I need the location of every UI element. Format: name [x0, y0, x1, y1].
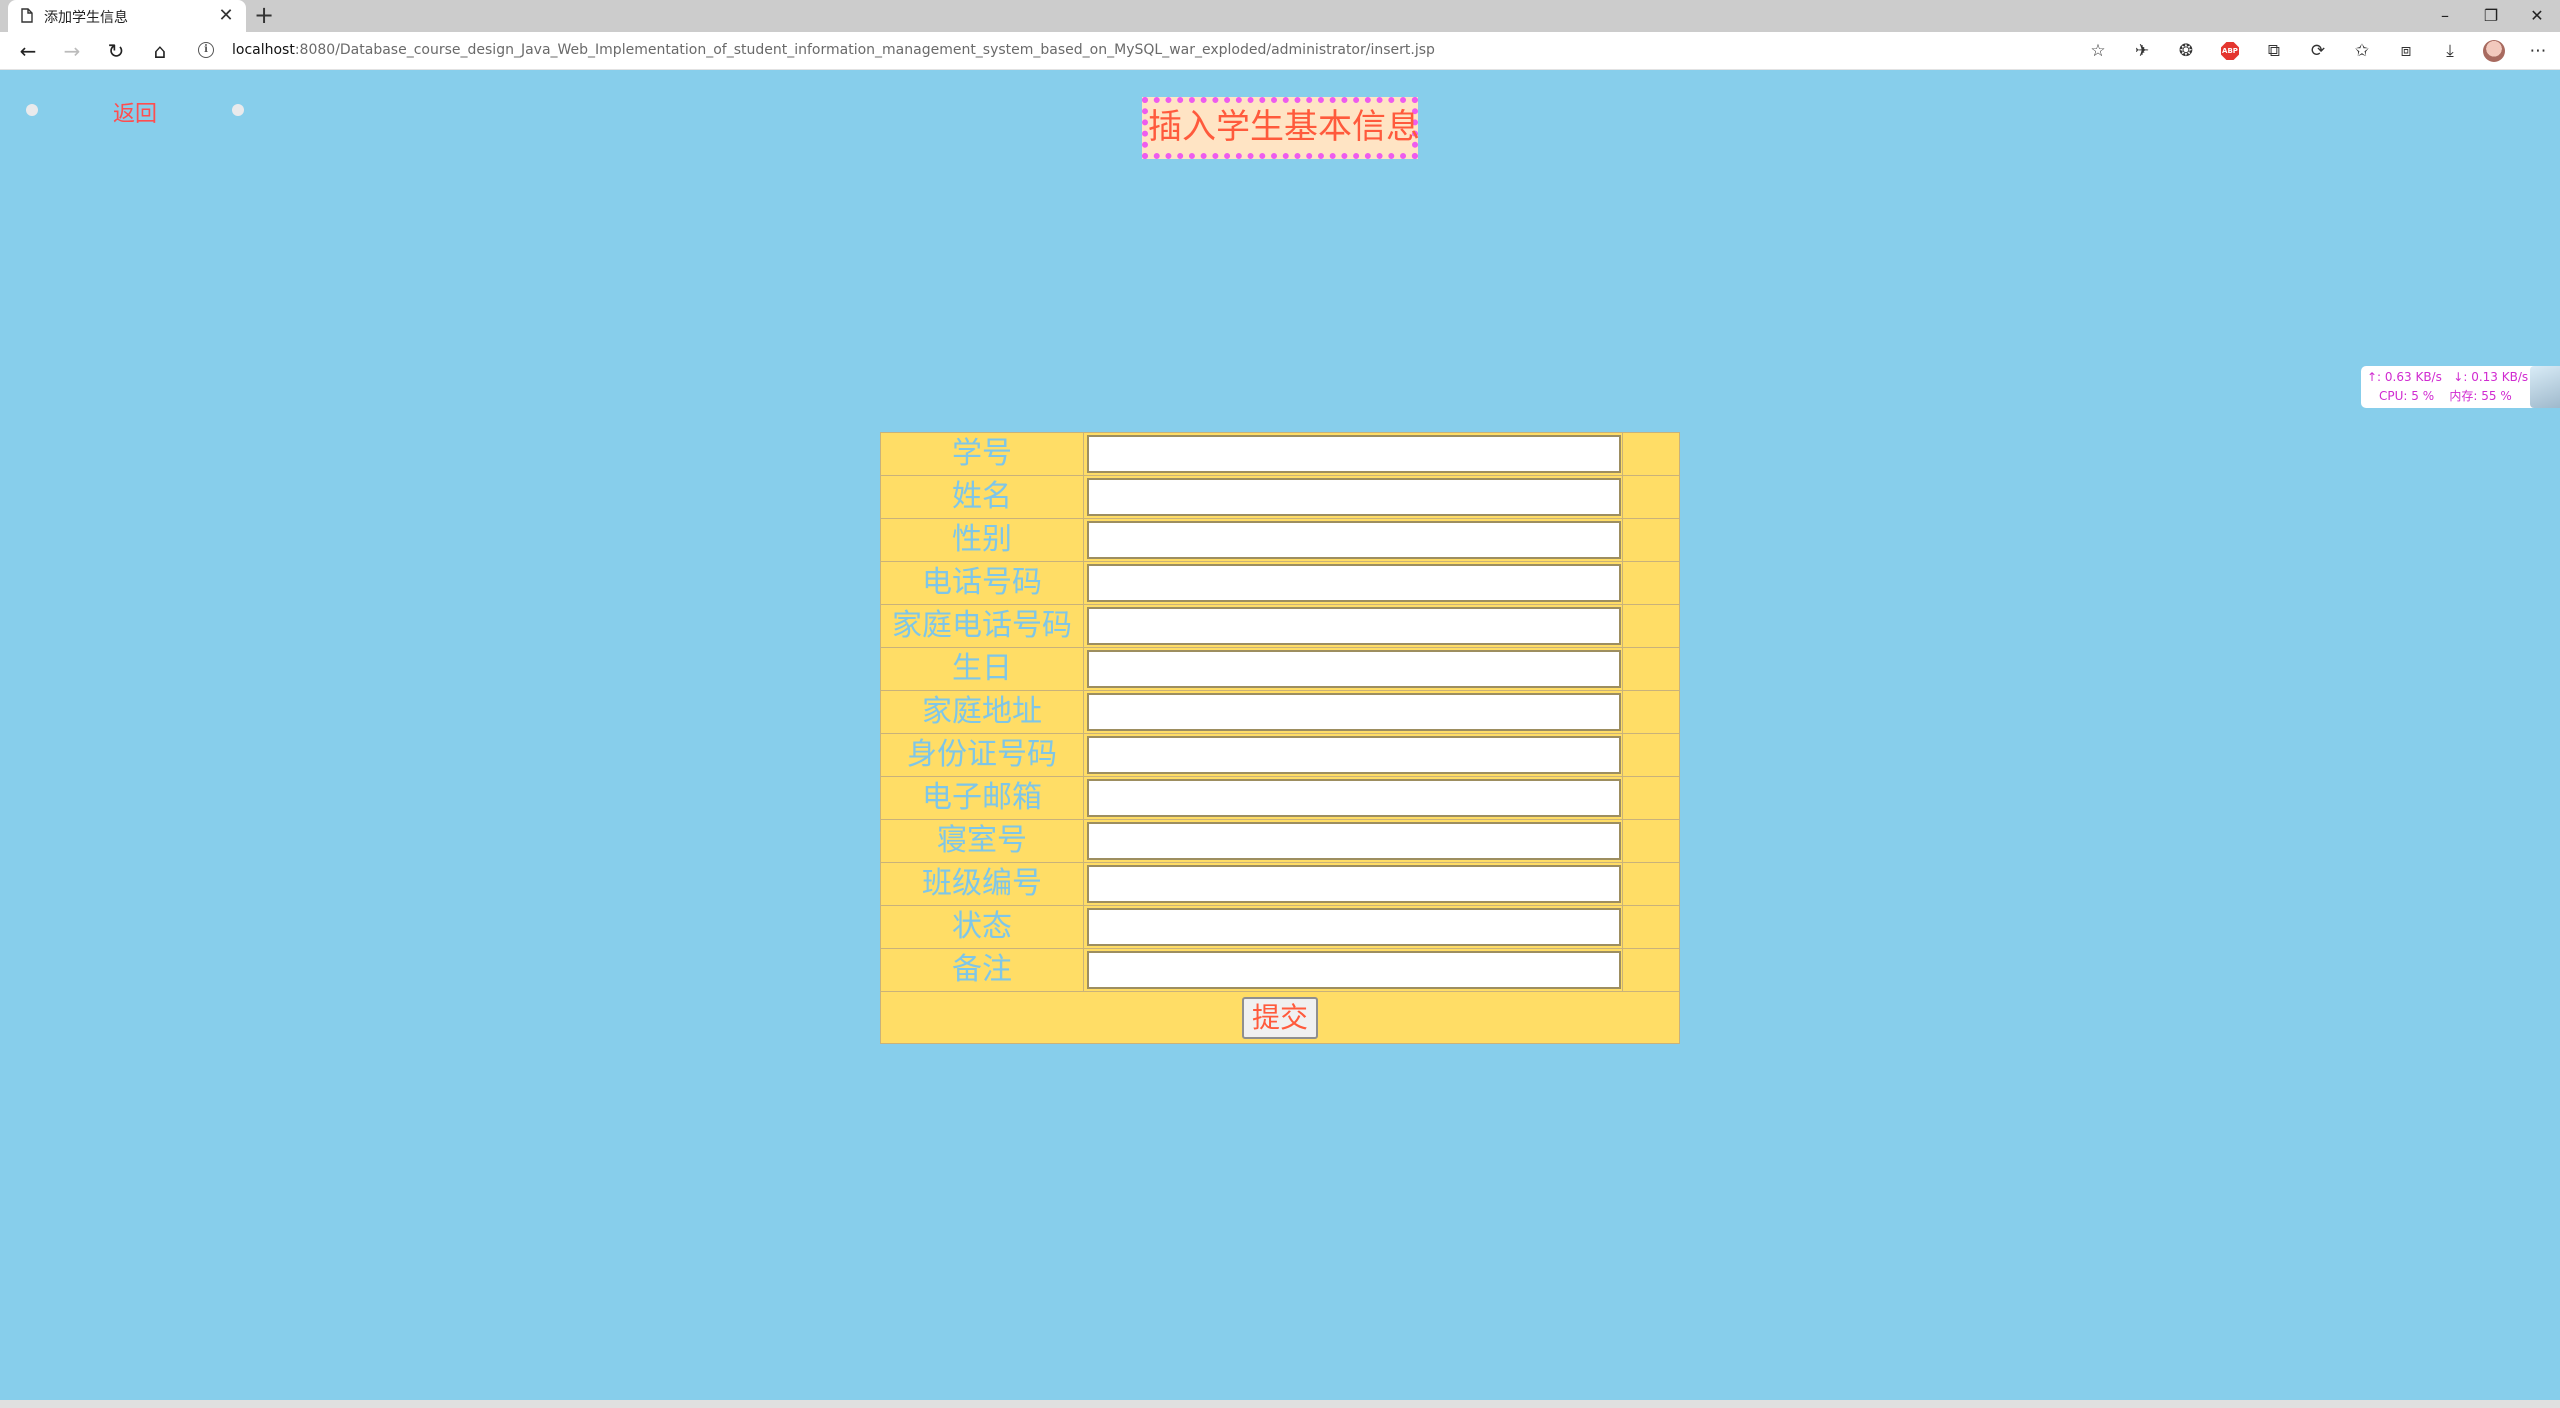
minimize-icon[interactable]: – [2422, 0, 2468, 32]
field-label: 性别 [881, 519, 1084, 561]
back-link[interactable]: 返回 [113, 96, 157, 128]
form-row: 班级编号 [881, 863, 1679, 906]
form-row: 生日 [881, 648, 1679, 691]
extension-gear-icon[interactable]: ❂ [2164, 36, 2208, 66]
field-input[interactable] [1087, 435, 1621, 473]
form-row: 备注 [881, 949, 1679, 992]
field-input[interactable] [1087, 564, 1621, 602]
field-input[interactable] [1087, 779, 1621, 817]
page-icon [21, 8, 34, 24]
split-screen-icon[interactable]: ⧈ [2384, 36, 2428, 66]
field-label: 家庭电话号码 [881, 605, 1084, 647]
cell-divider [1622, 433, 1623, 475]
cell-divider [1622, 949, 1623, 991]
adblock-icon[interactable]: ABP [2208, 36, 2252, 66]
field-input[interactable] [1087, 908, 1621, 946]
back-arrow-icon[interactable]: ← [14, 37, 42, 65]
submit-button[interactable]: 提交 [1242, 997, 1318, 1039]
form-row: 姓名 [881, 476, 1679, 519]
field-input[interactable] [1087, 865, 1621, 903]
extension-plane-icon[interactable]: ✈ [2120, 36, 2164, 66]
field-input[interactable] [1087, 521, 1621, 559]
field-label: 电话号码 [881, 562, 1084, 604]
resource-usage: CPU: 5 % 内存: 55 % [2379, 389, 2512, 403]
form-row: 电话号码 [881, 562, 1679, 605]
form-row: 电子邮箱 [881, 777, 1679, 820]
field-input[interactable] [1087, 478, 1621, 516]
page-title: 插入学生基本信息 [1142, 97, 1420, 159]
cell-divider [1622, 820, 1623, 862]
form-row: 身份证号码 [881, 734, 1679, 777]
field-label: 状态 [881, 906, 1084, 948]
cell-divider [1622, 605, 1623, 647]
field-input[interactable] [1087, 693, 1621, 731]
info-icon[interactable]: i [198, 42, 214, 58]
system-monitor-widget[interactable]: ↑: 0.63 KB/s ↓: 0.13 KB/s CPU: 5 % 内存: 5… [2361, 366, 2560, 408]
tab-title: 添加学生信息 [44, 10, 128, 26]
url-text[interactable]: localhost:8080/Database_course_design_Ja… [232, 42, 1435, 58]
field-input[interactable] [1087, 951, 1621, 989]
field-label: 身份证号码 [881, 734, 1084, 776]
form-row: 状态 [881, 906, 1679, 949]
field-label: 姓名 [881, 476, 1084, 518]
field-label: 寝室号 [881, 820, 1084, 862]
monitor-mascot-icon [2530, 366, 2560, 408]
downloads-icon[interactable]: ⤓ [2428, 36, 2472, 66]
sync-icon[interactable]: ⟳ [2296, 36, 2340, 66]
home-icon[interactable]: ⌂ [146, 37, 174, 65]
address-bar[interactable]: i localhost:8080/Database_course_design_… [188, 36, 2092, 66]
new-tab-icon[interactable]: + [252, 3, 276, 28]
form-row: 家庭电话号码 [881, 605, 1679, 648]
browser-tab[interactable]: 添加学生信息 ✕ [8, 0, 246, 32]
network-speed: ↑: 0.63 KB/s ↓: 0.13 KB/s [2367, 370, 2529, 384]
form-row: 家庭地址 [881, 691, 1679, 734]
browser-toolbar: ← → ↻ ⌂ i localhost:8080/Database_course… [0, 32, 2560, 70]
student-insert-form: 学号 姓名 性别 电话号码 家庭电话号码 生日 家庭地址 身份证号码 电子邮箱 寝室号 班级编号 状态… [880, 432, 1680, 1044]
favorites-icon[interactable]: ✩ [2340, 36, 2384, 66]
form-row: 学号 [881, 433, 1679, 476]
field-label: 备注 [881, 949, 1084, 991]
reload-icon[interactable]: ↻ [102, 37, 130, 65]
cell-divider [1622, 562, 1623, 604]
form-row: 寝室号 [881, 820, 1679, 863]
form-row: 性别 [881, 519, 1679, 562]
cell-divider [1622, 734, 1623, 776]
field-label: 电子邮箱 [881, 777, 1084, 819]
bottom-scroll-strip [0, 1400, 2560, 1408]
add-favorite-icon[interactable]: ☆ [2076, 36, 2120, 66]
field-input[interactable] [1087, 650, 1621, 688]
field-input[interactable] [1087, 607, 1621, 645]
cell-divider [1622, 691, 1623, 733]
cell-divider [1622, 863, 1623, 905]
toolbar-icons: ☆ ✈ ❂ ABP ⧉ ⟳ ✩ ⧈ ⤓ ⋯ [2076, 36, 2560, 66]
decorative-dot-right [232, 104, 244, 116]
cell-divider [1622, 777, 1623, 819]
close-tab-icon[interactable]: ✕ [216, 6, 236, 26]
cell-divider [1622, 519, 1623, 561]
profile-avatar[interactable] [2472, 36, 2516, 66]
field-label: 班级编号 [881, 863, 1084, 905]
field-input[interactable] [1087, 736, 1621, 774]
field-label: 家庭地址 [881, 691, 1084, 733]
cell-divider [1622, 648, 1623, 690]
forward-arrow-icon[interactable]: → [58, 37, 86, 65]
submit-row: 提交 [881, 992, 1679, 1043]
decorative-dot-left [26, 104, 38, 116]
more-options-icon[interactable]: ⋯ [2516, 36, 2560, 66]
restore-icon[interactable]: ❐ [2468, 0, 2514, 32]
collections-icon[interactable]: ⧉ [2252, 36, 2296, 66]
field-label: 学号 [881, 433, 1084, 475]
field-input[interactable] [1087, 822, 1621, 860]
cell-divider [1622, 906, 1623, 948]
close-window-icon[interactable]: ✕ [2514, 0, 2560, 32]
window-controls: – ❐ ✕ [2422, 0, 2560, 32]
field-label: 生日 [881, 648, 1084, 690]
browser-tab-bar: 添加学生信息 ✕ + – ❐ ✕ [0, 0, 2560, 32]
cell-divider [1622, 476, 1623, 518]
